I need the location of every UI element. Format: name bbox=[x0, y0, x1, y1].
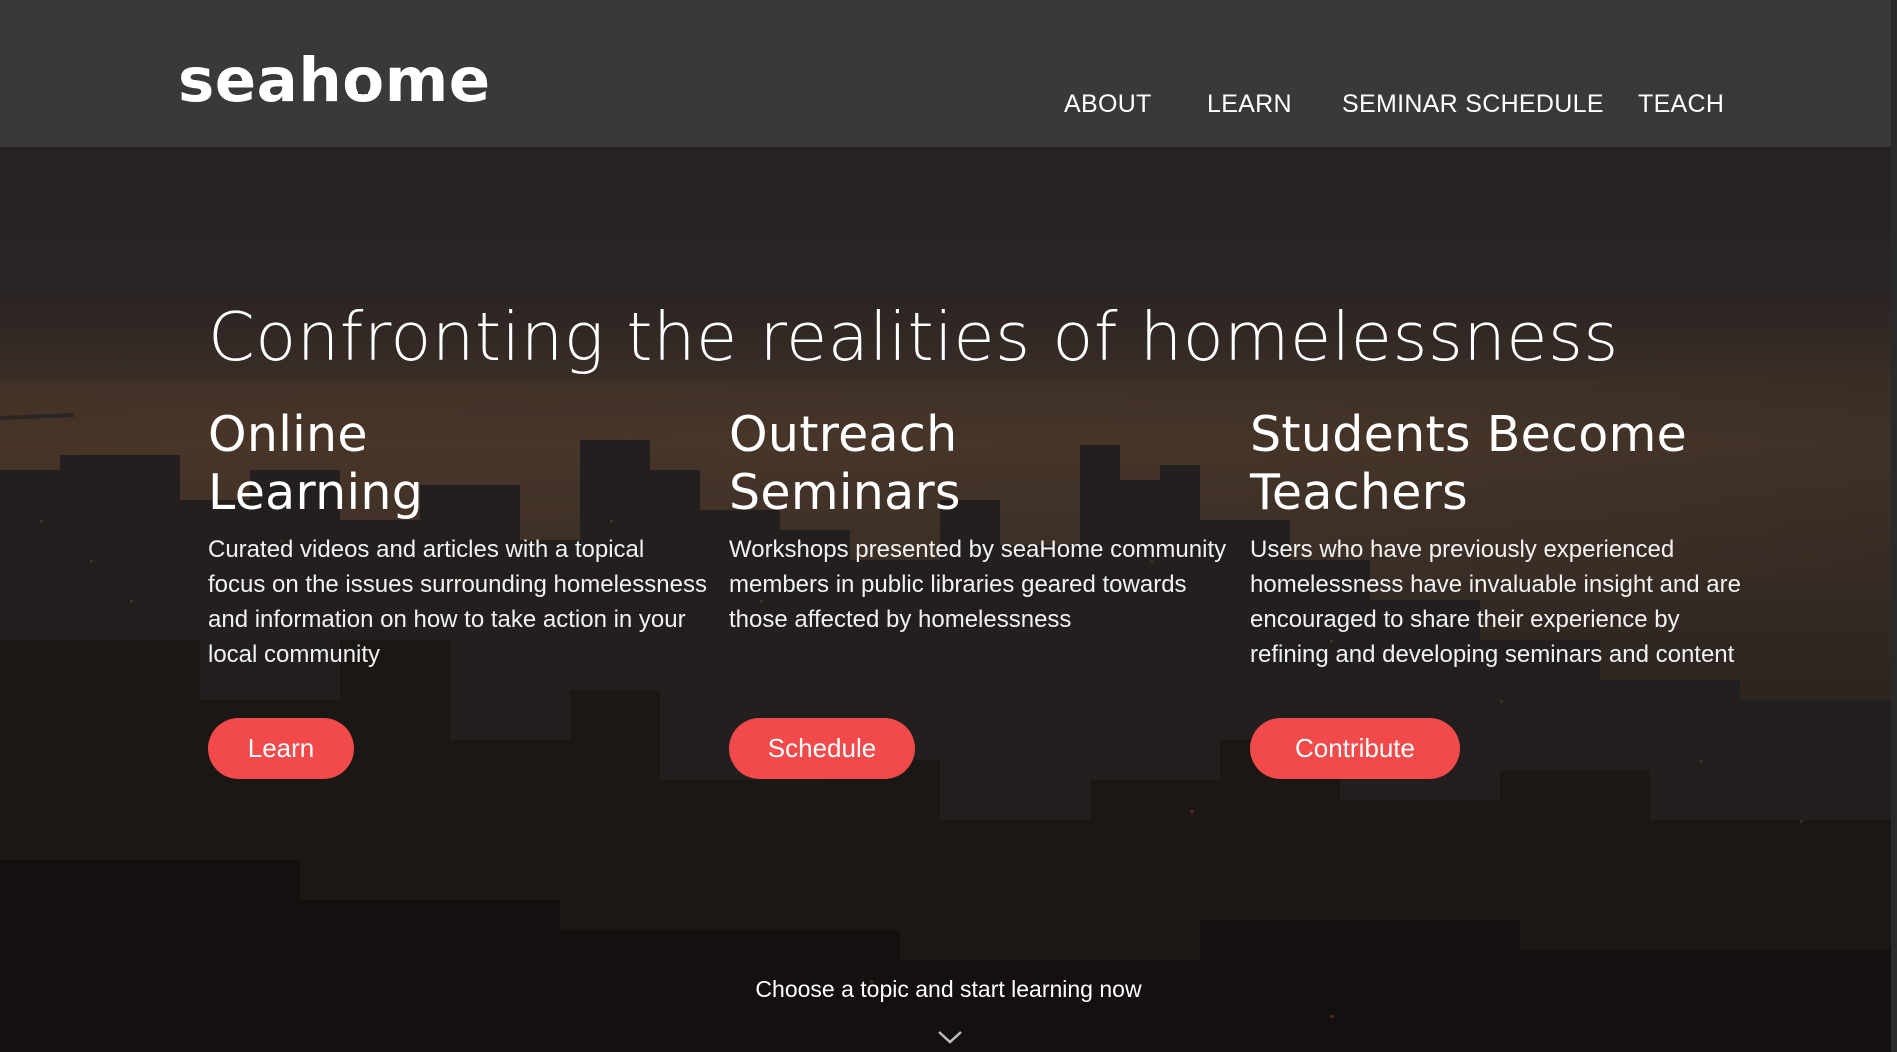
nav-seminar-schedule[interactable]: SEMINAR SCHEDULE bbox=[1342, 90, 1604, 119]
page: seahome ABOUT LEARN SEMINAR SCHEDULE TEA… bbox=[0, 0, 1897, 1052]
page-scrollbar[interactable] bbox=[1891, 0, 1897, 1052]
schedule-button[interactable]: Schedule bbox=[729, 718, 915, 779]
house-icon bbox=[355, 76, 372, 94]
learn-button[interactable]: Learn bbox=[208, 718, 354, 779]
nav-learn[interactable]: LEARN bbox=[1207, 90, 1292, 119]
cta-text: Choose a topic and start learning now bbox=[755, 976, 1142, 1002]
feature-online-learning: Online Learning Curated videos and artic… bbox=[208, 406, 708, 672]
chevron-down-icon[interactable] bbox=[937, 1030, 963, 1046]
feature-outreach-seminars: Outreach Seminars Workshops presented by… bbox=[729, 406, 1229, 637]
feature-heading-line1: Online bbox=[208, 406, 368, 463]
feature-description: Curated videos and articles with a topic… bbox=[208, 536, 707, 668]
feature-heading-line2: Learning bbox=[208, 464, 424, 521]
hero-title: Confronting the realities of homelessnes… bbox=[208, 298, 1619, 376]
feature-heading-line2: Teachers bbox=[1250, 464, 1468, 521]
feature-description: Workshops presented by seaHome community… bbox=[729, 536, 1227, 633]
feature-heading-line1: Outreach bbox=[729, 406, 958, 463]
feature-heading-line1: Students Become bbox=[1250, 406, 1688, 463]
feature-description: Users who have previously experienced ho… bbox=[1250, 536, 1741, 668]
feature-heading: Outreach Seminars bbox=[729, 406, 1229, 522]
nav-about[interactable]: ABOUT bbox=[1064, 90, 1152, 119]
site-header: seahome ABOUT LEARN SEMINAR SCHEDULE TEA… bbox=[0, 0, 1897, 147]
logo-text-end: me bbox=[384, 45, 491, 116]
seahome-logo[interactable]: seahome bbox=[178, 50, 491, 111]
feature-students-become-teachers: Students Become Teachers Users who have … bbox=[1250, 406, 1750, 672]
feature-heading: Online Learning bbox=[208, 406, 708, 522]
logo-text-start: seah bbox=[178, 45, 343, 116]
nav-teach[interactable]: TEACH bbox=[1638, 90, 1724, 119]
feature-heading: Students Become Teachers bbox=[1250, 406, 1750, 522]
feature-heading-line2: Seminars bbox=[729, 464, 961, 521]
contribute-button[interactable]: Contribute bbox=[1250, 718, 1460, 779]
logo-house-o: o bbox=[342, 50, 384, 111]
